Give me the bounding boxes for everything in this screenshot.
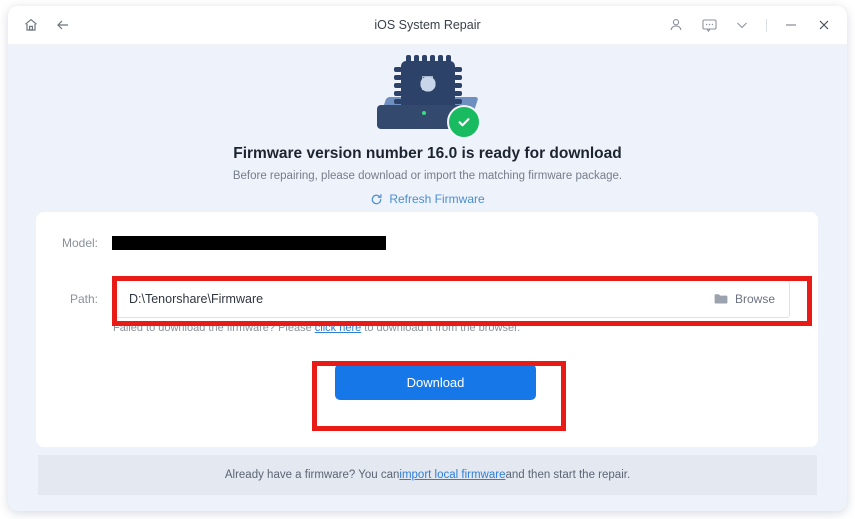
folder-icon (714, 293, 728, 305)
footer-suffix: and then start the repair. (505, 469, 631, 481)
titlebar-divider (766, 18, 767, 32)
browse-button[interactable]: Browse (714, 292, 775, 306)
footer-bar: Already have a firmware? You can import … (38, 455, 817, 495)
chip-with-apple-logo-icon:  (373, 55, 483, 139)
firmware-card: Model: Path: D:\Tenorshare\Firmware Brow… (36, 212, 818, 447)
model-label: Model: (61, 236, 98, 250)
apple-logo-icon:  (420, 74, 435, 94)
footer-prefix: Already have a firmware? You can (224, 469, 400, 481)
path-row: Path: D:\Tenorshare\Firmware Browse (50, 280, 790, 318)
download-failure-hint: Failed to download the firmware? Please … (113, 322, 520, 334)
page-title: Firmware version number 16.0 is ready fo… (233, 145, 622, 162)
title-bar: iOS System Repair (8, 6, 847, 45)
app-window: iOS System Repair Firmware version numbe… (8, 6, 847, 511)
refresh-firmware-button[interactable]: Refresh Firmware (370, 192, 485, 206)
download-button[interactable]: Download (335, 364, 536, 400)
click-here-link[interactable]: click here (315, 322, 361, 334)
import-local-firmware-link[interactable]: import local firmware (399, 469, 505, 481)
page-subtitle: Before repairing, please download or imp… (232, 170, 623, 182)
model-value-redacted (112, 236, 386, 250)
person-icon[interactable] (667, 16, 685, 34)
hint-prefix: Failed to download the firmware? Please (113, 322, 315, 334)
titlebar-right-controls (667, 6, 833, 44)
close-icon[interactable] (815, 16, 833, 34)
green-check-circle-icon (446, 105, 481, 139)
refresh-firmware-label: Refresh Firmware (389, 192, 485, 206)
refresh-icon (370, 193, 383, 206)
minimize-icon[interactable] (782, 16, 800, 34)
hero-section:  Firmware version number 16.0 is ready … (8, 45, 847, 211)
hint-suffix: to download it from the browser. (361, 322, 521, 334)
path-label: Path: (69, 292, 98, 306)
chat-bubble-icon[interactable] (700, 16, 718, 34)
browse-button-label: Browse (734, 292, 775, 306)
model-row: Model: (50, 236, 386, 250)
path-input[interactable]: D:\Tenorshare\Firmware Browse (112, 280, 790, 318)
path-input-value: D:\Tenorshare\Firmware (129, 292, 264, 306)
chevron-down-icon[interactable] (733, 16, 751, 34)
